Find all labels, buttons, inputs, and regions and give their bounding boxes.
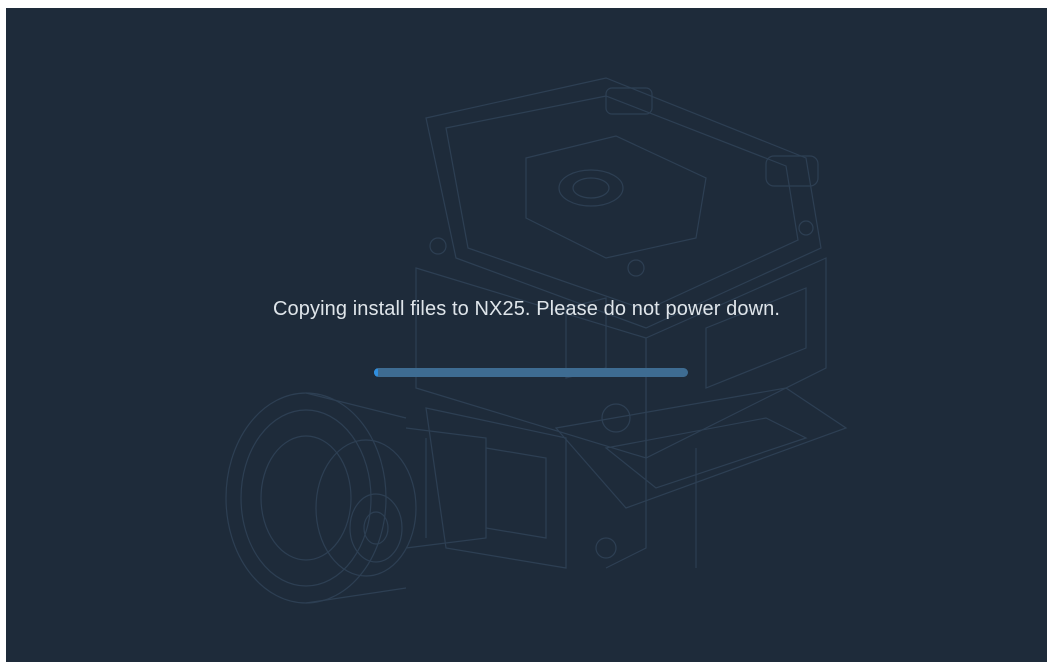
install-status-message: Copying install files to NX25. Please do…	[273, 298, 780, 320]
install-progress-bar	[374, 368, 688, 377]
engine-blueprint-illustration	[225, 77, 848, 604]
install-screen: Copying install files to NX25. Please do…	[6, 8, 1047, 662]
install-progress-fill	[374, 368, 378, 377]
